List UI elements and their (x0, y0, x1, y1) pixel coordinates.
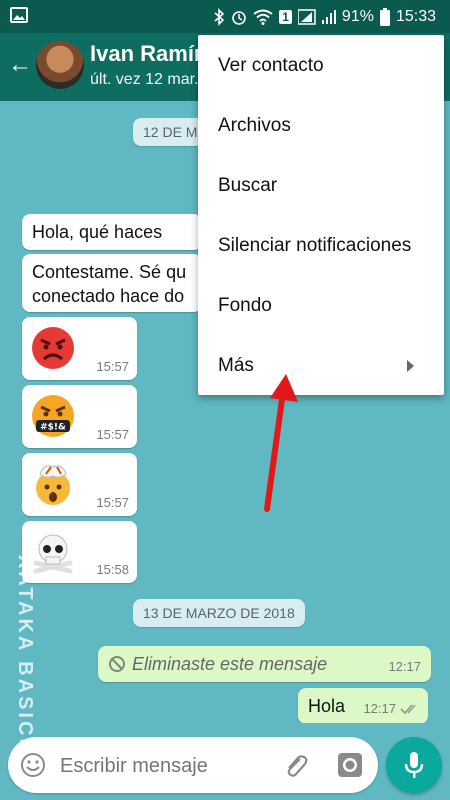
menu-item-label: Buscar (218, 175, 278, 196)
exploding-head-icon (36, 465, 70, 505)
message-text: Contestame. Sé qu conectado hace do (32, 262, 187, 306)
camera-icon[interactable] (336, 751, 364, 779)
menu-item-archivos[interactable]: Archivos (198, 95, 444, 155)
message-bubble-incoming[interactable]: 15:57 (22, 453, 137, 516)
sim-badge: 1 (279, 9, 292, 24)
menu-item-label: Más (218, 355, 254, 376)
submenu-arrow-icon (407, 360, 414, 372)
message-text: Hola (308, 696, 346, 716)
watermark-text: XATAKA BASICS (14, 555, 36, 755)
menu-item-mas[interactable]: Más (198, 335, 444, 395)
gallery-icon (10, 7, 28, 23)
deleted-message-text: Eliminaste este mensaje (132, 654, 328, 674)
menu-item-fondo[interactable]: Fondo (198, 275, 444, 335)
bluetooth-icon (214, 7, 225, 26)
clock: 15:33 (395, 7, 436, 25)
blocked-icon (109, 656, 125, 672)
overflow-menu: Ver contacto Archivos Buscar Silenciar n… (198, 35, 444, 395)
back-arrow-icon[interactable]: ← (8, 53, 32, 77)
message-text: Hola, qué haces (32, 222, 163, 242)
message-bubble-incoming[interactable]: #$!& 15:57 (22, 385, 137, 448)
emoji-icon[interactable] (20, 752, 46, 778)
attachment-icon[interactable] (280, 751, 310, 781)
message-bubble-outgoing-deleted[interactable]: Eliminaste este mensaje 12:17 (98, 646, 431, 682)
watermark: XATAKA BASICS (14, 555, 40, 755)
menu-item-label: Archivos (218, 115, 291, 136)
message-bubble-incoming[interactable]: Contestame. Sé qu conectado hace do (22, 254, 202, 312)
contact-avatar[interactable] (36, 41, 84, 89)
menu-item-ver-contacto[interactable]: Ver contacto (198, 35, 444, 95)
alarm-icon (232, 10, 247, 25)
message-bubble-incoming[interactable]: 15:57 (22, 317, 137, 380)
menu-item-buscar[interactable]: Buscar (198, 155, 444, 215)
message-time: 15:58 (96, 562, 129, 577)
battery-percentage: 91% (341, 7, 374, 25)
last-seen-status: últ. vez 12 mar. (90, 71, 199, 88)
double-check-icon (400, 704, 416, 715)
status-bar: 1 91% 15:33 (0, 0, 450, 33)
message-time: 15:57 (96, 495, 129, 510)
mic-button[interactable] (386, 737, 442, 793)
message-time: 12:17 (363, 701, 396, 716)
date-divider: 13 DE MARZO DE 2018 (133, 599, 305, 627)
message-bubble-outgoing[interactable]: Hola 12:17 (298, 688, 428, 723)
microphone-icon (404, 752, 424, 778)
angry-face-icon (32, 327, 74, 369)
cellular-signal-icon (297, 8, 316, 25)
message-input[interactable] (58, 749, 282, 783)
cursing-face-icon: #$!& (32, 395, 74, 437)
battery-icon (379, 7, 390, 26)
menu-item-label: Ver contacto (218, 55, 324, 76)
message-time: 15:57 (96, 427, 129, 442)
menu-item-label: Fondo (218, 295, 272, 316)
message-bubble-incoming[interactable]: Hola, qué haces (22, 214, 202, 250)
signal-bars-icon (321, 9, 336, 24)
menu-item-silenciar-notificaciones[interactable]: Silenciar notificaciones (198, 215, 444, 275)
annotation-arrow (264, 374, 298, 512)
message-composer[interactable] (8, 737, 378, 793)
wifi-icon (253, 9, 273, 25)
contact-name[interactable]: Ivan Ramíre (90, 41, 215, 67)
svg-text:#$!&: #$!& (40, 423, 66, 433)
menu-item-label: Silenciar notificaciones (218, 235, 412, 256)
message-time: 12:17 (388, 659, 421, 674)
message-time: 15:57 (96, 359, 129, 374)
date-divider: 12 DE M (133, 118, 208, 146)
